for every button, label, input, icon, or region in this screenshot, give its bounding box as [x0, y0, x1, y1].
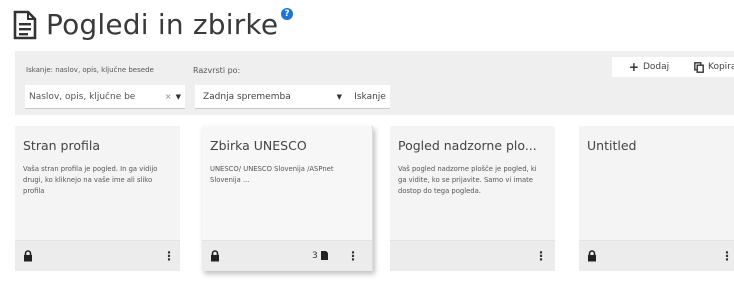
- info-icon[interactable]: ?: [281, 8, 293, 20]
- add-button-label: Dodaj: [642, 62, 670, 72]
- more-options-icon[interactable]: ⋮: [721, 249, 733, 263]
- more-options-icon[interactable]: ⋮: [535, 249, 547, 263]
- view-card[interactable]: Stran profila Vaša stran profila je pogl…: [15, 126, 180, 271]
- page-title-row: Pogledi in zbirke: [12, 8, 278, 41]
- search-input[interactable]: Naslov, opis, ključne be × ▼: [25, 85, 185, 109]
- more-options-icon[interactable]: ⋮: [347, 249, 359, 263]
- view-card[interactable]: Zbirka UNESCO UNESCO/ UNESCO Slovenija /…: [202, 126, 373, 271]
- document-icon: [13, 10, 37, 39]
- card-footer: ⋮: [579, 240, 734, 271]
- sort-label: Razvrsti po:: [193, 66, 241, 75]
- item-count-badge: 3: [312, 250, 329, 261]
- search-input-value: Naslov, opis, ključne be: [29, 91, 136, 102]
- card-description: Vaša stran profila je pogled. In ga vidi…: [23, 165, 158, 195]
- search-label: Iskanje: naslov, opis, ključne besede: [26, 66, 154, 74]
- copy-button-label: Kopiraj: [708, 62, 734, 72]
- copy-button[interactable]: Kopiraj: [686, 57, 734, 77]
- add-button[interactable]: + Dodaj: [612, 57, 686, 77]
- card-footer: 3 ⋮: [202, 240, 372, 271]
- search-button[interactable]: Iskanje: [350, 85, 390, 109]
- sort-select-value: Zadnja sprememba: [203, 91, 291, 102]
- lock-icon: [24, 250, 32, 262]
- pages-icon: [320, 251, 328, 260]
- lock-icon: [588, 250, 596, 262]
- caret-down-icon[interactable]: ▼: [176, 93, 181, 101]
- card-title[interactable]: Untitled: [587, 138, 726, 153]
- item-count: 3: [312, 250, 318, 261]
- card-footer: ⋮: [15, 240, 180, 271]
- card-description: UNESCO/ UNESCO Slovenija /ASPnet Sloveni…: [210, 165, 334, 184]
- lock-icon: [211, 250, 219, 262]
- card-footer: ⋮: [390, 240, 555, 271]
- card-title[interactable]: Pogled nadzorne plo...: [398, 138, 547, 153]
- plus-icon: +: [628, 60, 639, 74]
- view-card[interactable]: Untitled ⋮: [579, 126, 734, 271]
- card-description: Vaš pogled nadzorne plošče je pogled, ki…: [398, 165, 537, 195]
- clear-icon[interactable]: ×: [165, 92, 172, 101]
- copy-icon: [694, 61, 704, 73]
- card-title[interactable]: Zbirka UNESCO: [210, 138, 364, 153]
- sort-select[interactable]: Zadnja sprememba ▼: [195, 85, 350, 109]
- more-options-icon[interactable]: ⋮: [163, 249, 175, 263]
- card-title[interactable]: Stran profila: [23, 138, 172, 153]
- toolbar: Iskanje: naslov, opis, ključne besede Ra…: [15, 51, 734, 115]
- view-card[interactable]: Pogled nadzorne plo... Vaš pogled nadzor…: [390, 126, 555, 271]
- page-title: Pogledi in zbirke: [46, 8, 279, 41]
- caret-down-icon: ▼: [336, 92, 342, 101]
